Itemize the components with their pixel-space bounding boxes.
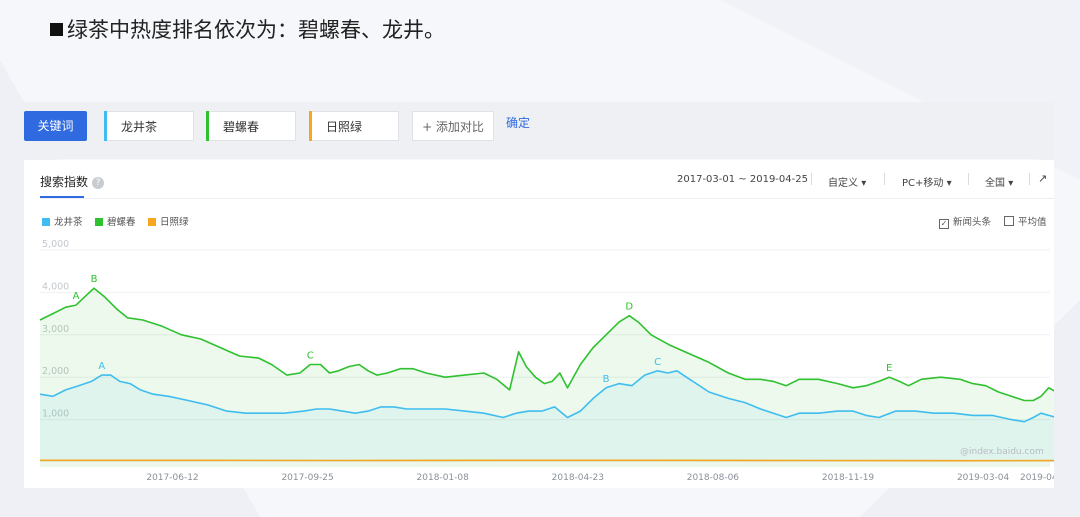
x-tick-label: 2017-06-12 xyxy=(146,473,198,483)
x-tick-label: 2018-01-08 xyxy=(417,473,470,483)
x-tick-label: 2018-08-06 xyxy=(687,473,740,483)
keyword-chip-biluochun[interactable]: 碧螺春 xyxy=(206,111,296,141)
watermark: @index.baidu.com xyxy=(960,447,1044,457)
x-tick-label: 2017-09-25 xyxy=(281,473,333,483)
keyword-chip-rizhaolv[interactable]: 日照绿 xyxy=(309,111,399,141)
annotation-label: B xyxy=(603,374,610,385)
keyword-chip-label: 日照绿 xyxy=(326,120,363,134)
annotation-label: B xyxy=(91,274,98,285)
keyword-chip-label: 碧螺春 xyxy=(223,120,260,134)
y-tick-label: 4,000 xyxy=(42,281,69,292)
y-tick-label: 5,000 xyxy=(42,239,69,250)
annotation-label: E xyxy=(886,363,892,374)
keyword-color-bar xyxy=(206,111,209,141)
slide-title: 绿茶中热度排名依次为：碧螺春、龙井。 xyxy=(50,14,445,44)
confirm-button[interactable]: 确定 xyxy=(506,108,546,138)
slide-title-text: 绿茶中热度排名依次为：碧螺春、龙井。 xyxy=(67,18,445,42)
keyword-color-bar xyxy=(104,111,107,141)
add-comparison-button[interactable]: + 添加对比 xyxy=(412,111,494,141)
x-tick-label: 2018-04-23 xyxy=(552,473,604,483)
keyword-chip-longjing[interactable]: 龙井茶 xyxy=(104,111,194,141)
annotation-label: A xyxy=(98,361,105,372)
keyword-color-bar xyxy=(309,111,312,141)
annotation-label: C xyxy=(307,350,314,361)
keyword-mode-button[interactable]: 关键词 xyxy=(24,111,87,141)
x-tick-label: 2018-11-19 xyxy=(822,473,875,483)
x-tick-label: 2019-03-04 xyxy=(957,473,1010,483)
x-tick-label: 2019-04-22 xyxy=(1020,473,1054,483)
search-index-chart: 1,0002,0003,0004,0005,0002017-06-122017-… xyxy=(39,239,1054,483)
annotation-label: C xyxy=(654,357,661,368)
annotation-label: D xyxy=(625,302,633,313)
keyword-chip-label: 龙井茶 xyxy=(121,120,158,134)
search-index-panel: 搜索指数? 2017-03-01 ~ 2019-04-25 自定义 ▾ PC+移… xyxy=(24,160,1054,488)
keyword-toolbar: 关键词 龙井茶 碧螺春 日照绿 + 添加对比 确定 xyxy=(24,102,1054,159)
annotation-label: A xyxy=(73,291,80,302)
x-axis-band xyxy=(40,462,1050,467)
square-bullet-icon xyxy=(50,23,63,36)
